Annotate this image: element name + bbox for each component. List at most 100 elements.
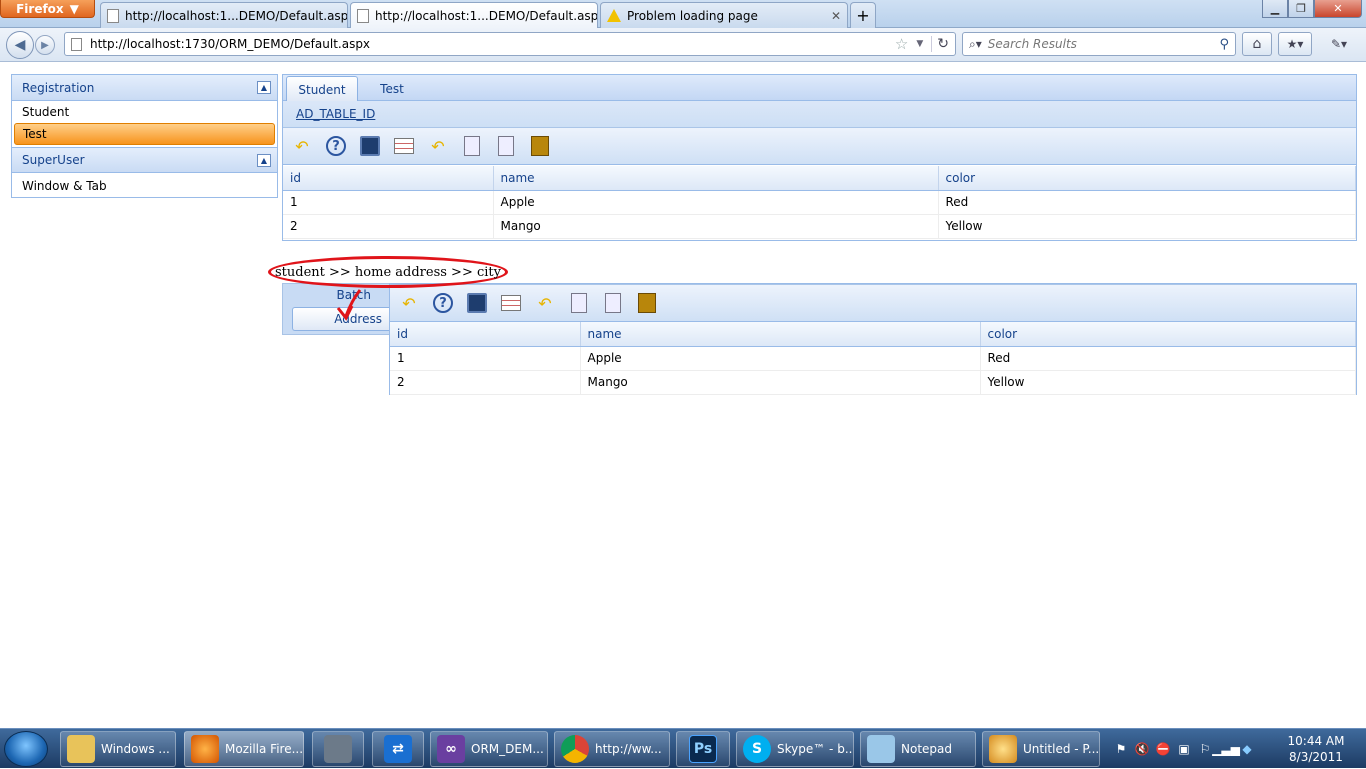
column-header-name[interactable]: name (493, 166, 939, 191)
dropdown-icon[interactable]: ▼ (916, 39, 923, 49)
signal-icon[interactable]: ▁▃▅ (1212, 742, 1240, 756)
start-button[interactable] (4, 731, 48, 767)
close-icon: ✕ (1333, 2, 1343, 15)
sidebar-item-test[interactable]: Test (14, 123, 275, 145)
action-center-flag-icon[interactable]: ⚐ (1198, 742, 1212, 756)
table-row[interactable]: 1 Apple Red (283, 190, 1356, 215)
taskbar-skype[interactable]: S Skype™ - b... (736, 731, 854, 767)
clock-date: 8/3/2011 (1289, 750, 1343, 764)
taskbar-photoshop[interactable]: Ps (676, 731, 730, 767)
form-icon[interactable] (568, 292, 590, 314)
new-tab-button[interactable]: + (850, 2, 876, 28)
tab-test[interactable]: Test (359, 76, 425, 101)
section-registration-header[interactable]: Registration ▲ (12, 75, 277, 101)
main-panel: Student Test AD_TABLE_ID ↶ ? ↶ id name c… (282, 74, 1357, 241)
dropbox-icon[interactable]: ◆ (1240, 742, 1254, 756)
grid-icon[interactable] (393, 135, 415, 157)
left-accordion: Registration ▲ Student Test SuperUser ▲ … (11, 74, 278, 198)
table-row[interactable]: 2 Mango Yellow (390, 370, 1356, 395)
system-clock[interactable]: 10:44 AM 8/3/2011 (1286, 733, 1346, 765)
column-header-color[interactable]: color (980, 322, 1356, 347)
form-icon[interactable] (461, 135, 483, 157)
help-icon[interactable]: ? (325, 135, 347, 157)
collapse-icon[interactable]: ▲ (257, 154, 271, 167)
firefox-menu-button[interactable]: Firefox ▼ (0, 0, 95, 18)
column-header-id[interactable]: id (283, 166, 494, 191)
addon-button[interactable]: ✎▾ (1318, 32, 1360, 56)
taskbar-teamviewer[interactable]: ⇄ (372, 731, 424, 767)
home-button[interactable]: ⌂ (1242, 32, 1272, 56)
sidebar-item-label: Window & Tab (22, 179, 107, 193)
column-header-name[interactable]: name (580, 322, 981, 347)
browser-tab-1[interactable]: http://localhost:1...DEMO/Default.aspx ✕ (100, 2, 348, 28)
minimize-button[interactable]: ▁ (1262, 0, 1288, 18)
help-icon[interactable]: ? (432, 292, 454, 314)
clock-time: 10:44 AM (1287, 734, 1345, 748)
plus-icon: + (856, 6, 870, 25)
browser-tab-2[interactable]: http://localhost:1...DEMO/Default.aspx ✕ (350, 2, 598, 29)
search-engine-icon[interactable]: ⌕▾ (969, 37, 982, 52)
maximize-button[interactable]: ❐ (1288, 0, 1314, 18)
taskbar-firefox[interactable]: Mozilla Fire... (184, 731, 304, 767)
search-icon[interactable]: ⚲ (1219, 37, 1235, 52)
grid-icon[interactable] (500, 292, 522, 314)
undo-icon[interactable]: ↶ (291, 135, 313, 157)
annotation-ellipse: student >> home address >> city (268, 256, 508, 288)
tab-label: Test (380, 81, 404, 96)
taskbar-label: Notepad (901, 742, 952, 756)
folder-icon (67, 735, 95, 763)
archive-icon[interactable] (636, 292, 658, 314)
bookmarks-button[interactable]: ★▾ (1278, 32, 1312, 56)
student-grid: id name color 1 Apple Red 2 Mango Yellow (283, 166, 1356, 239)
tab-title: http://localhost:1...DEMO/Default.aspx (375, 9, 598, 23)
table-row[interactable]: 1 Apple Red (390, 346, 1356, 371)
skype-icon: S (743, 735, 771, 763)
column-header-id[interactable]: id (390, 322, 581, 347)
taskbar-chrome[interactable]: http://ww... (554, 731, 670, 767)
teamviewer-icon: ⇄ (384, 735, 412, 763)
reload-icon[interactable]: ↻ (931, 36, 955, 52)
address-grid: id name color 1 Apple Red 2 Mango Yellow (390, 322, 1356, 395)
sidebar-item-window-tab[interactable]: Window & Tab (12, 173, 277, 199)
volume-muted-icon[interactable]: 🔇 (1135, 742, 1150, 756)
archive-icon[interactable] (529, 135, 551, 157)
network-user-icon[interactable]: ⚑ (1114, 742, 1128, 756)
grid-header-row: id name color (283, 166, 1356, 191)
tab-title: http://localhost:1...DEMO/Default.aspx (125, 8, 348, 23)
taskbar-visual-studio[interactable]: ∞ ORM_DEM... (430, 731, 548, 767)
taskbar-notepad[interactable]: Notepad (860, 731, 976, 767)
page-icon (357, 9, 369, 23)
form-icon[interactable] (495, 135, 517, 157)
taskbar-explorer[interactable]: Windows ... (60, 731, 176, 767)
grid-header-row: id name color (390, 322, 1356, 347)
section-superuser-header[interactable]: SuperUser ▲ (12, 147, 277, 173)
search-box[interactable]: ⌕▾ Search Results ⚲ (962, 32, 1236, 56)
close-window-button[interactable]: ✕ (1314, 0, 1362, 18)
table-row[interactable]: 2 Mango Yellow (283, 214, 1356, 239)
cell-color: Red (980, 346, 1356, 371)
taskbar-app-tool[interactable] (312, 731, 364, 767)
forward-button[interactable]: ▶ (35, 35, 55, 55)
taskbar-paint[interactable]: Untitled - P... (982, 731, 1100, 767)
browser-tab-3[interactable]: Problem loading page ✕ (600, 2, 848, 28)
puzzle-icon: ✎▾ (1330, 37, 1348, 51)
save-icon[interactable] (466, 292, 488, 314)
back-button[interactable]: ◀ (6, 31, 34, 59)
undo-icon[interactable]: ↶ (398, 292, 420, 314)
url-bar[interactable]: http://localhost:1730/ORM_DEMO/Default.a… (64, 32, 956, 56)
column-header-color[interactable]: color (938, 166, 1356, 191)
cell-id: 2 (390, 370, 581, 395)
undo-icon[interactable]: ↶ (534, 292, 556, 314)
bookmark-star-icon[interactable]: ☆ (895, 35, 908, 53)
blocked-icon[interactable]: ⛔ (1156, 742, 1171, 756)
collapse-icon[interactable]: ▲ (257, 81, 271, 94)
undo-icon[interactable]: ↶ (427, 135, 449, 157)
chrome-icon (561, 735, 589, 763)
clipboard-icon[interactable]: ▣ (1177, 742, 1191, 756)
save-icon[interactable] (359, 135, 381, 157)
form-icon[interactable] (602, 292, 624, 314)
close-icon[interactable]: ✕ (831, 9, 841, 23)
tab-student[interactable]: Student (286, 76, 358, 102)
ad-table-id-link[interactable]: AD_TABLE_ID (296, 107, 375, 121)
sidebar-item-student[interactable]: Student (12, 101, 277, 123)
